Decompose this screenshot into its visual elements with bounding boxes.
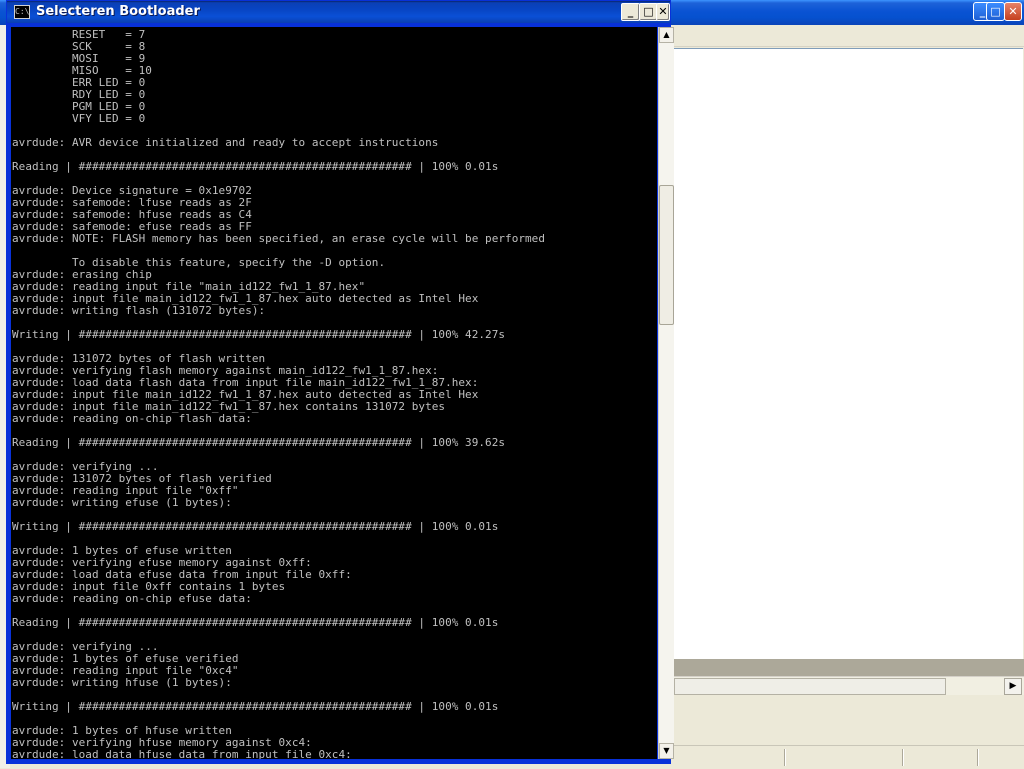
console-line: Writing | ##############################…: [12, 328, 506, 341]
scroll-up-arrow-icon[interactable]: ▲: [659, 27, 674, 43]
console-line: avrdude: load data hfuse data from input…: [12, 748, 352, 760]
status-separator: [977, 749, 978, 766]
vertical-scrollbar[interactable]: ▲ ▼: [658, 27, 674, 759]
console-line: Writing | ##############################…: [12, 520, 499, 533]
console-line: Reading | ##############################…: [12, 160, 499, 173]
console-icon[interactable]: C:\: [14, 5, 30, 19]
console-line: avrdude: writing hfuse (1 bytes):: [12, 676, 232, 689]
window-title: Selecteren Bootloader: [36, 4, 200, 19]
console-line: Reading | ##############################…: [12, 616, 499, 629]
console-line: avrdude: NOTE: FLASH memory has been spe…: [12, 232, 546, 245]
console-output[interactable]: RESET = 7 SCK = 8 MOSI = 9 MISO = 10 ERR…: [11, 27, 657, 759]
console-text: RESET = 7 SCK = 8 MOSI = 9 MISO = 10 ERR…: [11, 27, 657, 760]
console-line: avrdude: reading on-chip efuse data:: [12, 592, 252, 605]
document-area[interactable]: [672, 48, 1023, 660]
scroll-down-arrow-icon[interactable]: ▼: [659, 743, 674, 759]
console-line: avrdude: AVR device initialized and read…: [12, 136, 439, 149]
background-close-button[interactable]: ✕: [1004, 2, 1022, 21]
console-line: Writing | ##############################…: [12, 700, 499, 713]
vertical-scroll-thumb[interactable]: [659, 185, 674, 325]
horizontal-scrollbar[interactable]: ▶: [672, 676, 1024, 695]
horizontal-scroll-thumb[interactable]: [674, 678, 946, 695]
status-bar: [672, 745, 1024, 769]
console-line: avrdude: writing efuse (1 bytes):: [12, 496, 232, 509]
document-gray-band: [672, 659, 1024, 676]
status-separator: [784, 749, 785, 766]
console-line: avrdude: reading on-chip flash data:: [12, 412, 252, 425]
background-maximize-button[interactable]: □: [986, 2, 1005, 21]
close-button[interactable]: ✕: [656, 3, 670, 21]
scroll-right-arrow-icon[interactable]: ▶: [1004, 678, 1022, 695]
console-line: Reading | ##############################…: [12, 436, 506, 449]
console-line: VFY LED = 0: [12, 112, 146, 125]
console-titlebar[interactable]: C:\ Selecteren Bootloader _ □ ✕: [7, 1, 670, 23]
console-window[interactable]: C:\ Selecteren Bootloader _ □ ✕ RESET = …: [6, 0, 674, 764]
status-separator: [902, 749, 903, 766]
console-line: avrdude: writing flash (131072 bytes):: [12, 304, 266, 317]
minimize-button[interactable]: _: [621, 3, 640, 21]
